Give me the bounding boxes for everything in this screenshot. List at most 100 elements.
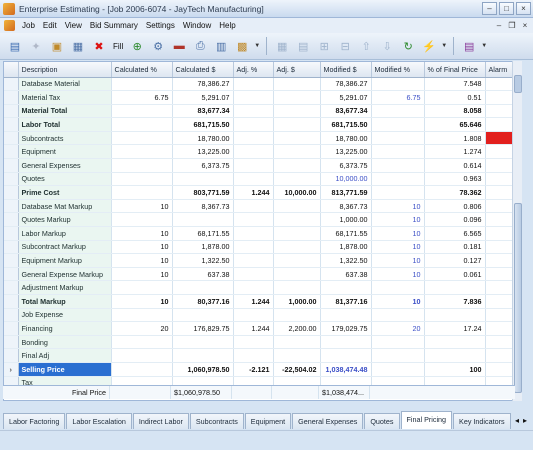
cell-calculated-pct[interactable] (111, 117, 173, 132)
row-selector[interactable] (4, 185, 19, 200)
cell-description[interactable]: Subcontracts (18, 131, 112, 146)
cell-modified-pct[interactable] (371, 104, 425, 119)
cell-calculated-pct[interactable] (111, 158, 173, 173)
tab-labor-factoring[interactable]: Labor Factoring (3, 413, 66, 429)
cell-alarm[interactable] (485, 104, 514, 119)
cell-calculated-pct[interactable]: 20 (111, 321, 173, 336)
cell-modified-amount[interactable]: 179,029.75 (320, 321, 372, 336)
cell-adj-amount[interactable]: -22,504.02 (273, 362, 321, 377)
cell-description[interactable]: Financing (18, 321, 112, 336)
cell-alarm[interactable]: Hi (485, 131, 514, 146)
menu-help[interactable]: Help (215, 21, 239, 30)
column-header-adj-pct[interactable]: Adj. % (233, 62, 274, 78)
cell-calculated-amount[interactable] (172, 172, 234, 187)
tab-scroll-right-icon[interactable]: ▸ (523, 413, 527, 429)
table-row[interactable]: Subcontracts 18,780.00 18,780.00 1.808 Hi (4, 131, 514, 146)
list-icon[interactable]: ▦ (69, 37, 87, 55)
doc-restore-button[interactable]: ❐ (507, 21, 517, 31)
menu-view[interactable]: View (61, 21, 86, 30)
scrollbar-thumb[interactable] (514, 203, 522, 393)
cell-modified-pct[interactable]: 10 (371, 294, 425, 309)
tab-quotes[interactable]: Quotes (364, 413, 400, 429)
cell-adj-pct[interactable] (233, 335, 274, 350)
cell-adj-amount[interactable] (273, 240, 321, 255)
column-header-alarm[interactable]: Alarm (485, 62, 514, 78)
cell-calculated-amount[interactable] (172, 308, 234, 323)
cell-modified-amount[interactable] (320, 348, 372, 363)
row-selector[interactable] (4, 348, 19, 363)
cell-description[interactable]: Material Total (18, 104, 112, 119)
cell-adj-amount[interactable] (273, 90, 321, 105)
row-selector[interactable] (4, 131, 19, 146)
cell-pct-of-final-price[interactable]: 0.127 (424, 253, 486, 268)
row-selector[interactable] (4, 280, 19, 295)
cell-calculated-amount[interactable]: 78,386.27 (172, 77, 234, 92)
cell-alarm[interactable] (485, 172, 514, 187)
cell-description[interactable]: Material Tax (18, 90, 112, 105)
cell-calculated-amount[interactable] (172, 348, 234, 363)
cell-description[interactable]: General Expense Markup (18, 267, 112, 282)
table-row[interactable]: Labor Markup 10 68,171.55 68,171.55 10 6.565 (4, 226, 514, 241)
tab-final-pricing[interactable]: Final Pricing (400, 411, 453, 429)
cell-modified-amount[interactable]: 10,000.00 (320, 172, 372, 187)
cell-modified-pct[interactable] (371, 144, 425, 160)
tab-subcontracts[interactable]: Subcontracts (189, 413, 244, 429)
cell-pct-of-final-price[interactable] (424, 280, 486, 295)
row-selector[interactable] (4, 294, 19, 309)
cell-calculated-pct[interactable] (111, 362, 173, 377)
print-icon[interactable]: ⎙ (191, 37, 209, 55)
cell-modified-pct[interactable]: 6.75 (371, 90, 425, 105)
cell-description[interactable]: Quotes Markup (18, 212, 112, 228)
cell-calculated-amount[interactable]: 5,291.07 (172, 90, 234, 105)
cell-calculated-amount[interactable]: 13,225.00 (172, 144, 234, 160)
cell-pct-of-final-price[interactable]: 0.51 (424, 90, 486, 105)
cell-modified-amount[interactable]: 8,367.73 (320, 199, 372, 214)
cell-description[interactable]: Adjustment Markup (18, 280, 112, 295)
cabinet-icon[interactable]: ▬ (170, 37, 188, 55)
tab-key-indicators[interactable]: Key Indicators (453, 413, 511, 429)
cell-modified-pct[interactable] (371, 335, 425, 350)
table-row[interactable]: Total Markup 10 80,377.16 1.244 1,000.00 81,3… (4, 294, 514, 309)
cell-description[interactable]: Database Material (18, 77, 112, 92)
cell-modified-amount[interactable]: 1,322.50 (320, 253, 372, 268)
toolbar-overflow-icon[interactable]: ▼ (254, 37, 260, 55)
cell-calculated-amount[interactable]: 8,367.73 (172, 199, 234, 214)
cell-modified-amount[interactable]: 5,291.07 (320, 90, 372, 105)
cell-pct-of-final-price[interactable]: 0.096 (424, 212, 486, 228)
cell-adj-amount[interactable] (273, 144, 321, 160)
cell-calculated-pct[interactable]: 10 (111, 253, 173, 268)
cell-modified-pct[interactable] (371, 308, 425, 323)
row-selector[interactable] (4, 158, 19, 173)
cell-alarm[interactable] (485, 199, 514, 214)
table-row[interactable]: Adjustment Markup (4, 280, 514, 295)
cell-modified-amount[interactable]: 813,771.59 (320, 185, 372, 200)
cell-calculated-amount[interactable] (172, 212, 234, 228)
row-selector[interactable] (4, 117, 19, 132)
cell-alarm[interactable] (485, 267, 514, 282)
table-row[interactable]: Equipment Markup 10 1,322.50 1,322.50 10 0.12… (4, 253, 514, 268)
cell-pct-of-final-price[interactable]: 17.24 (424, 321, 486, 336)
cell-alarm[interactable] (485, 308, 514, 323)
cell-adj-amount[interactable] (273, 104, 321, 119)
cell-calculated-amount[interactable]: 18,780.00 (172, 131, 234, 146)
cell-adj-pct[interactable] (233, 267, 274, 282)
cell-adj-amount[interactable] (273, 131, 321, 146)
table-row[interactable]: General Expense Markup 10 637.38 637.38 10 0.… (4, 267, 514, 282)
cell-calculated-amount[interactable]: 1,878.00 (172, 240, 234, 255)
cell-calculated-amount[interactable]: 80,377.16 (172, 294, 234, 309)
cell-adj-amount[interactable] (273, 226, 321, 241)
cell-adj-amount[interactable]: 2,200.00 (273, 321, 321, 336)
table-row[interactable]: General Expenses 6,373.75 6,373.75 0.614 (4, 158, 514, 173)
menu-bid-summary[interactable]: Bid Summary (86, 21, 142, 30)
layout-icon[interactable]: ▤ (294, 37, 312, 55)
paste-icon[interactable]: ▣ (48, 37, 66, 55)
cell-description[interactable]: Prime Cost (18, 185, 112, 200)
column-header-pct-of-final-price[interactable]: % of Final Price (424, 62, 486, 78)
cell-alarm[interactable] (485, 77, 514, 92)
table-row[interactable]: Prime Cost 803,771.59 1.244 10,000.00 813,77… (4, 185, 514, 200)
cell-calculated-pct[interactable]: 10 (111, 226, 173, 241)
cell-calculated-pct[interactable] (111, 185, 173, 200)
cell-adj-amount[interactable]: 10,000.00 (273, 185, 321, 200)
cell-modified-amount[interactable]: 18,780.00 (320, 131, 372, 146)
cell-modified-amount[interactable]: 68,171.55 (320, 226, 372, 241)
